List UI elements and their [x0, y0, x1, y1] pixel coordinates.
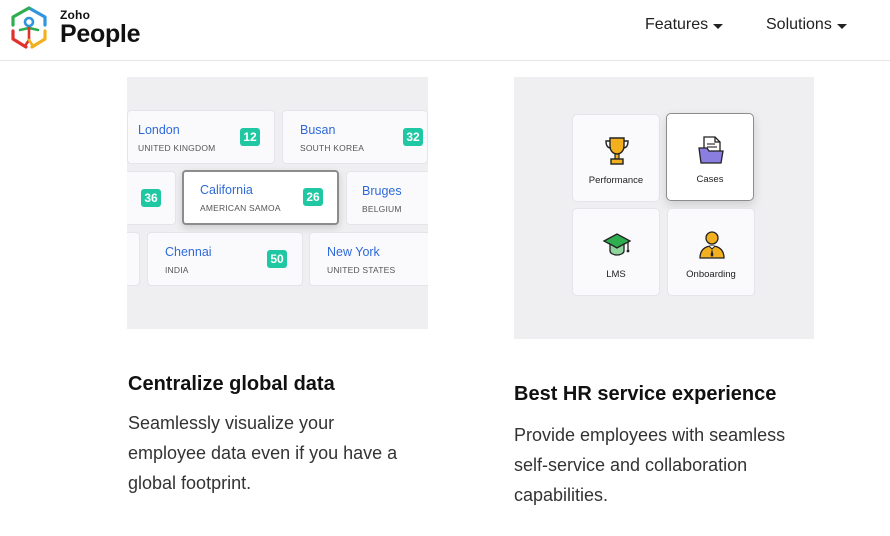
tile-label: LMS — [606, 269, 626, 280]
city-name: Busan — [300, 123, 336, 137]
global-data-illustration: London UNITED KINGDOM 12 Busan SOUTH KOR… — [127, 77, 428, 329]
city-country: AMERICAN SAMOA — [200, 203, 281, 213]
graduation-cap-icon — [602, 233, 632, 256]
logo-product: People — [60, 20, 141, 48]
nav-solutions-menu[interactable]: Solutions — [766, 16, 847, 34]
feature-title-hr-service: Best HR service experience — [514, 383, 777, 405]
city-name: London — [138, 123, 180, 137]
employee-icon — [699, 231, 725, 259]
tile-label: Performance — [588, 175, 644, 186]
employee-count-badge: 12 — [240, 128, 260, 146]
nav-solutions-label: Solutions — [766, 16, 832, 33]
feature-description-hr-service: Provide employees with seamless self-ser… — [514, 425, 786, 505]
city-card-busan: Busan SOUTH KOREA 32 — [282, 110, 428, 164]
city-card-london: London UNITED KINGDOM 12 — [127, 110, 275, 164]
feature-title-global-data: Centralize global data — [128, 373, 335, 395]
city-country: UNITED KINGDOM — [138, 143, 216, 153]
employee-count-badge: 36 — [141, 189, 161, 207]
chevron-down-icon — [836, 23, 847, 29]
city-card-partial — [127, 232, 140, 286]
city-name: Chennai — [165, 245, 212, 259]
city-country: BELGIUM — [362, 204, 402, 214]
city-name: New York — [327, 245, 380, 259]
hr-services-illustration: Performance Cases LMS Onboarding — [514, 77, 814, 339]
employee-count-badge: 32 — [403, 128, 423, 146]
employee-count-badge: 26 — [303, 188, 323, 206]
city-card-new-york: New York UNITED STATES — [309, 232, 428, 286]
nav-features-label: Features — [645, 16, 709, 33]
nav-features-menu[interactable]: Features — [645, 16, 724, 34]
document-folder-icon — [698, 136, 724, 164]
city-country: UNITED STATES — [327, 265, 396, 275]
city-card-california: California AMERICAN SAMOA 26 — [182, 170, 339, 225]
tile-cases: Cases — [666, 113, 754, 201]
tile-onboarding: Onboarding — [667, 208, 755, 296]
city-name: Bruges — [362, 184, 402, 198]
employee-count-badge: 50 — [267, 250, 287, 268]
zoho-people-logo[interactable]: Zoho People — [6, 5, 146, 51]
tile-performance: Performance — [572, 114, 660, 202]
city-card-bruges: Bruges BELGIUM — [346, 171, 428, 225]
city-name: California — [200, 183, 253, 197]
chevron-down-icon — [713, 23, 724, 29]
logo-text: Zoho People — [60, 9, 140, 47]
zoho-people-logo-icon — [11, 6, 47, 49]
city-card-chennai: Chennai INDIA 50 — [147, 232, 303, 286]
tile-label: Onboarding — [686, 269, 736, 280]
city-country: SOUTH KOREA — [300, 143, 365, 153]
trophy-icon — [605, 137, 629, 165]
tile-label: Cases — [696, 174, 724, 185]
top-header: Zoho People Features Solutions — [0, 0, 890, 61]
tile-lms: LMS — [572, 208, 660, 296]
feature-description-global-data: Seamlessly visualize your employee data … — [128, 413, 398, 493]
city-country: INDIA — [165, 265, 189, 275]
city-card-partial: 36 — [127, 171, 176, 225]
